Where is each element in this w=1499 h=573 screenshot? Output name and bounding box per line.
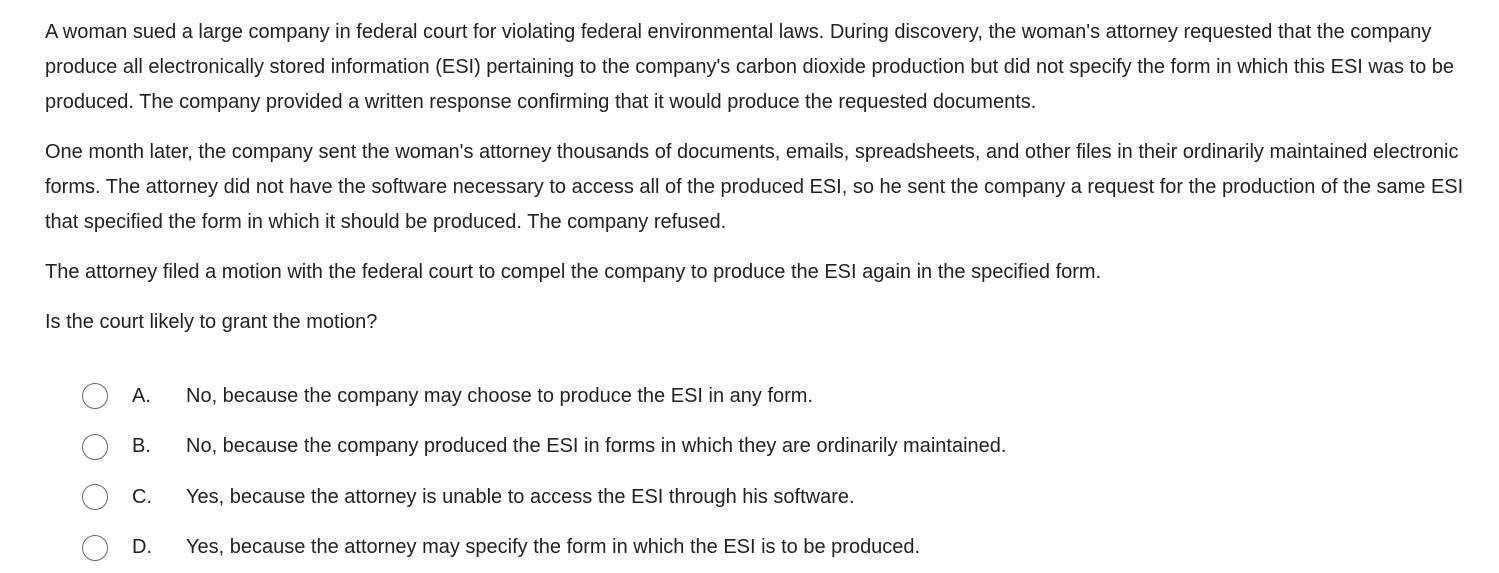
radio-button-d[interactable]: [82, 535, 108, 561]
question-prompt: Is the court likely to grant the motion?: [45, 305, 1475, 340]
choice-letter: D.: [132, 536, 178, 559]
choice-text: Yes, because the attorney is unable to a…: [186, 486, 855, 509]
choice-text: No, because the company produced the ESI…: [186, 435, 1006, 458]
choice-letter: C.: [132, 486, 178, 509]
choice-letter: B.: [132, 435, 178, 458]
question-stem: A woman sued a large company in federal …: [45, 15, 1475, 355]
radio-button-c[interactable]: [82, 484, 108, 510]
choice-letter: A.: [132, 385, 178, 408]
choice-b[interactable]: B. No, because the company produced the …: [82, 422, 1382, 473]
radio-button-a[interactable]: [82, 383, 108, 409]
choice-text: No, because the company may choose to pr…: [186, 385, 813, 408]
choice-a[interactable]: A. No, because the company may choose to…: [82, 371, 1382, 422]
choice-c[interactable]: C. Yes, because the attorney is unable t…: [82, 472, 1382, 523]
answer-choices: A. No, because the company may choose to…: [82, 371, 1382, 573]
question-paragraph-3: The attorney filed a motion with the fed…: [45, 255, 1475, 290]
question-paragraph-2: One month later, the company sent the wo…: [45, 135, 1475, 240]
question-paragraph-1: A woman sued a large company in federal …: [45, 15, 1475, 120]
choice-d[interactable]: D. Yes, because the attorney may specify…: [82, 523, 1382, 573]
choice-text: Yes, because the attorney may specify th…: [186, 536, 920, 559]
radio-button-b[interactable]: [82, 434, 108, 460]
